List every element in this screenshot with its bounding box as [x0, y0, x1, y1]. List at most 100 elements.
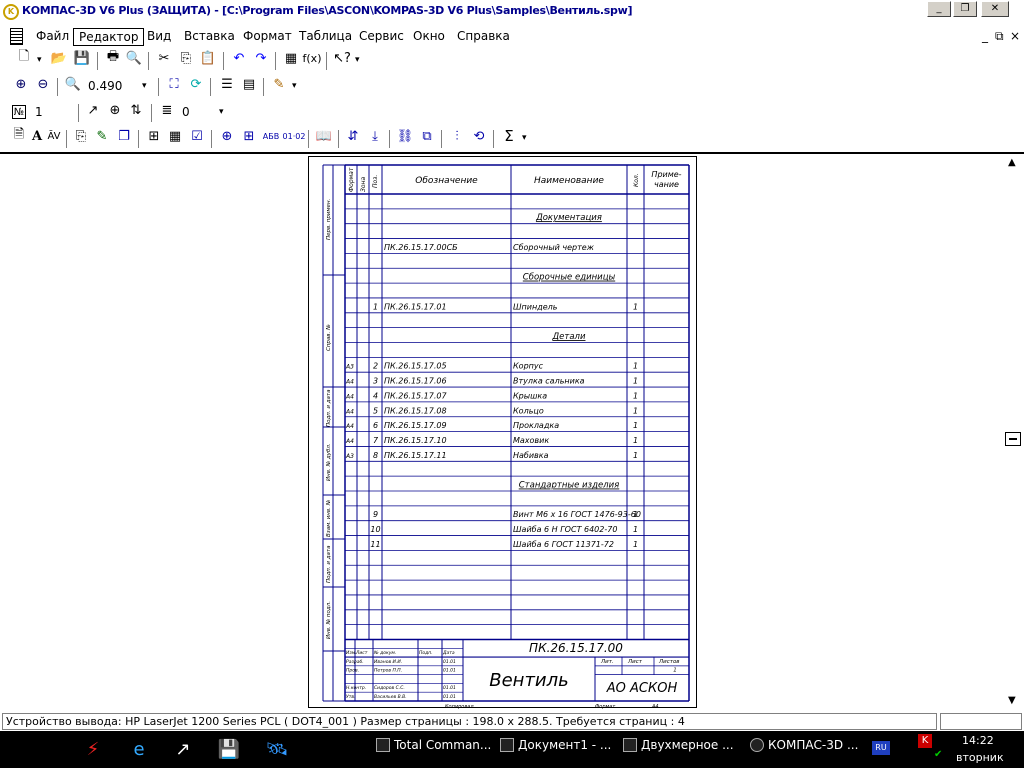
- antivirus-tray-icon[interactable]: K: [918, 734, 932, 748]
- level-icon[interactable]: ≣: [158, 101, 176, 119]
- menu-editor[interactable]: Редактор: [73, 28, 145, 46]
- cell-designation: ПК.26.15.17.10: [384, 436, 447, 445]
- header-note: Приме-: [651, 170, 681, 179]
- internet-explorer-icon[interactable]: e: [126, 736, 152, 762]
- pencil-edit-icon[interactable]: ✎: [270, 75, 288, 93]
- context-help-icon[interactable]: ↖?: [333, 49, 351, 67]
- page-copy-icon[interactable]: ⎘: [72, 127, 90, 145]
- calculator-icon[interactable]: ▦: [282, 49, 300, 67]
- task-total-commander[interactable]: Total Comman...: [372, 734, 491, 756]
- sigma-icon[interactable]: Σ: [500, 127, 518, 145]
- show-all-icon[interactable]: ⛶: [165, 75, 183, 93]
- section-title: Сборочные единицы: [523, 273, 616, 283]
- language-indicator[interactable]: RU: [872, 741, 890, 755]
- header-format: Формат: [348, 167, 355, 192]
- abb-text-icon[interactable]: АБВ: [262, 127, 280, 145]
- task-kompas[interactable]: КОМПАС-3D ...: [746, 734, 858, 756]
- menu-insert[interactable]: Вставка: [179, 28, 240, 44]
- insert-row-icon[interactable]: ⊞: [145, 127, 163, 145]
- book-icon[interactable]: 📖: [315, 127, 333, 145]
- draw-line-icon[interactable]: ↗: [84, 101, 102, 119]
- quicklaunch-app-icon[interactable]: ⚡: [80, 736, 106, 762]
- object-number-value[interactable]: 1: [35, 105, 43, 119]
- show-composition-icon[interactable]: ⫶: [448, 127, 466, 145]
- export-table-icon[interactable]: ⤓: [366, 127, 384, 145]
- copy-objects-icon[interactable]: ❐: [115, 127, 133, 145]
- zoom-dropdown-arrow[interactable]: ▾: [142, 81, 147, 91]
- minimize-button[interactable]: _: [927, 1, 951, 17]
- level-value[interactable]: 0: [182, 105, 190, 119]
- sync-icon[interactable]: ⟲: [470, 127, 488, 145]
- close-button[interactable]: ✕: [981, 1, 1009, 17]
- edit-dropdown-arrow[interactable]: ▾: [292, 81, 297, 91]
- menu-table[interactable]: Таблица: [294, 28, 357, 44]
- mdi-restore-button[interactable]: ⧉: [995, 29, 1004, 44]
- paste-icon[interactable]: 📋: [199, 49, 217, 67]
- menu-view[interactable]: Вид: [142, 28, 176, 44]
- open-folder-icon[interactable]: 📂: [50, 49, 68, 67]
- sort-icon[interactable]: ⇅: [127, 101, 145, 119]
- clock-time[interactable]: 14:22: [962, 734, 994, 747]
- undo-icon[interactable]: ↶: [230, 49, 248, 67]
- redo-icon[interactable]: ↷: [252, 49, 270, 67]
- standard-toolbar: 🗋 ▾ 📂 💾 🖶 🔍 ✂ ⎘ 📋 ↶ ↷ ▦ f(x) ↖? ▾: [0, 49, 1024, 75]
- menu-file[interactable]: Файл: [31, 28, 74, 44]
- zoom-out-icon[interactable]: ⊖: [34, 75, 52, 93]
- floppy-disk-icon[interactable]: 💾: [216, 736, 242, 762]
- char-spacing-icon[interactable]: ĀV: [45, 127, 63, 145]
- zoom-in-icon[interactable]: ⊕: [12, 75, 30, 93]
- table-icon[interactable]: ▦: [166, 127, 184, 145]
- network-icon[interactable]: 🛰: [264, 736, 290, 762]
- zoom-scale-icon[interactable]: 🔍: [64, 75, 82, 93]
- menu-help[interactable]: Справка: [452, 28, 515, 44]
- pencil-page-icon[interactable]: ✎: [93, 127, 111, 145]
- stamp-sheet-label: Лист: [627, 659, 643, 665]
- mdi-close-button[interactable]: ×: [1010, 29, 1020, 43]
- center-mark-icon[interactable]: ⊕: [106, 101, 124, 119]
- cell-name: Шпиндель: [513, 302, 558, 311]
- toolbar-separator: [338, 130, 340, 148]
- edit-check-icon[interactable]: ☑: [188, 127, 206, 145]
- zoom-value[interactable]: 0.490: [88, 79, 122, 93]
- task-2d-drawing[interactable]: Двухмерное ...: [619, 734, 734, 756]
- header-name: Наименование: [534, 176, 604, 186]
- toolbar-separator: [211, 130, 213, 148]
- print-preview-icon[interactable]: 🔍: [125, 49, 143, 67]
- new-document-icon[interactable]: 🗋: [15, 49, 33, 67]
- tray-status-icon[interactable]: ✔: [934, 749, 946, 761]
- kompas-app-icon[interactable]: K: [3, 4, 19, 20]
- document-icon[interactable]: [10, 28, 23, 45]
- document-workspace[interactable]: Формат Зона Поз. Обозначение Наименование Кол…: [0, 154, 1024, 712]
- renumber-icon[interactable]: 01·02: [283, 127, 306, 145]
- menu-format[interactable]: Формат: [238, 28, 297, 44]
- help-dropdown-arrow[interactable]: ▾: [355, 55, 360, 65]
- scroll-up-arrow[interactable]: ▲: [1008, 157, 1016, 168]
- new-dropdown-arrow[interactable]: ▾: [37, 55, 42, 65]
- mdi-minimize-button[interactable]: _: [982, 29, 988, 43]
- app-window-icon: [376, 738, 390, 752]
- link-drawing-icon[interactable]: ⧉: [418, 127, 436, 145]
- level-dropdown-arrow[interactable]: ▾: [219, 107, 224, 117]
- spec-doc-icon[interactable]: 🗎: [10, 127, 28, 145]
- quicklaunch-arrow-icon[interactable]: ↗: [170, 736, 196, 762]
- add-base-object-icon[interactable]: ⊞: [240, 127, 258, 145]
- scrollbar-thumb[interactable]: [1005, 432, 1021, 446]
- refresh-view-icon[interactable]: ⟳: [187, 75, 205, 93]
- menu-service[interactable]: Сервис: [354, 28, 409, 44]
- add-section-icon[interactable]: ⊕: [218, 127, 236, 145]
- copy-icon[interactable]: ⎘: [177, 49, 195, 67]
- link-assembly-icon[interactable]: ⛓: [396, 127, 414, 145]
- restore-button[interactable]: ❐: [953, 1, 977, 17]
- save-icon[interactable]: 💾: [73, 49, 91, 67]
- cut-icon[interactable]: ✂: [155, 49, 173, 67]
- sigma-dropdown-arrow[interactable]: ▾: [522, 133, 527, 143]
- sort-table-icon[interactable]: ⇵: [344, 127, 362, 145]
- task-document1[interactable]: Документ1 - ...: [496, 734, 611, 756]
- menu-window[interactable]: Окно: [408, 28, 450, 44]
- print-icon[interactable]: 🖶: [104, 49, 122, 67]
- text-font-icon[interactable]: A: [28, 127, 46, 145]
- scroll-down-arrow[interactable]: ▼: [1008, 695, 1016, 706]
- function-icon[interactable]: f(x): [303, 49, 322, 67]
- list-view-icon[interactable]: ☰: [218, 75, 236, 93]
- page-view-icon[interactable]: ▤: [240, 75, 258, 93]
